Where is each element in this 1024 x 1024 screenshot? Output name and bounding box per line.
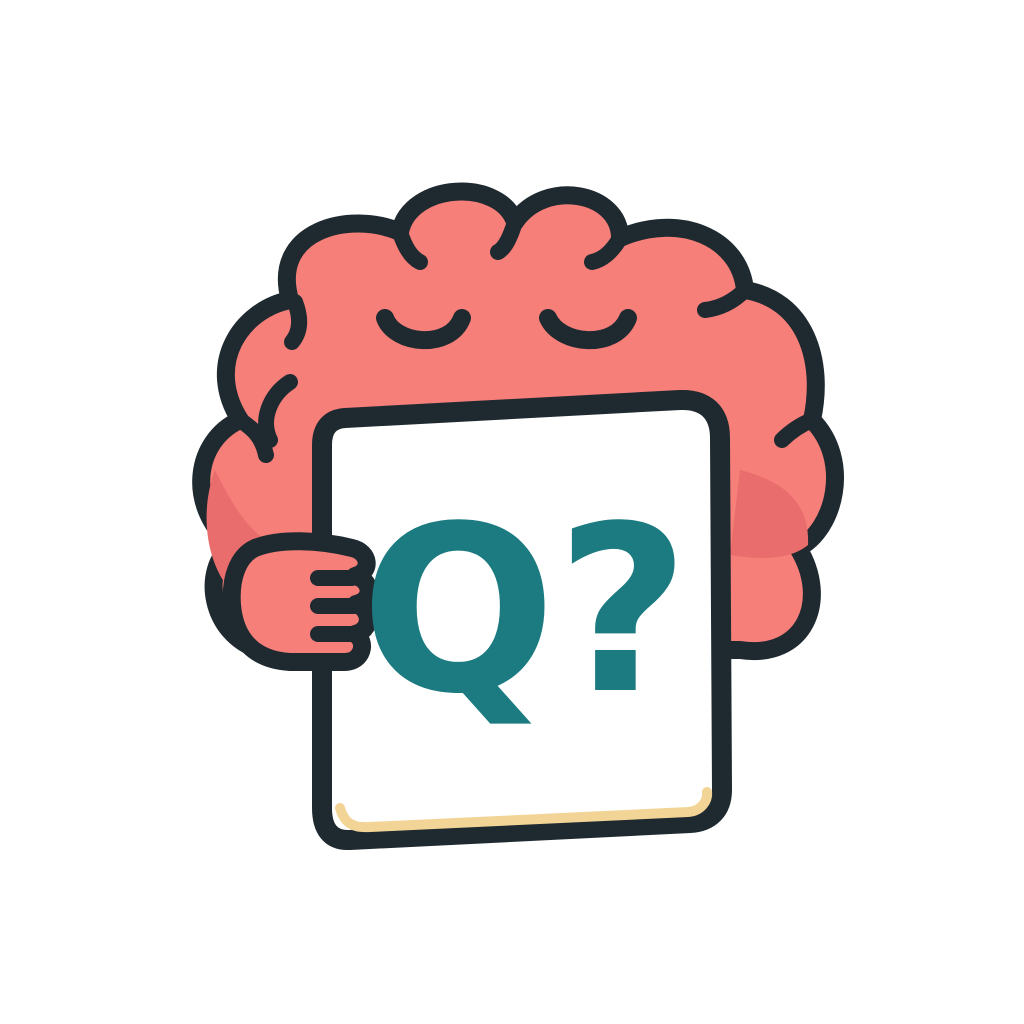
logo-canvas: Q? — [0, 0, 1024, 1024]
hand-icon — [222, 532, 378, 671]
brain-holding-card-icon: Q? — [192, 182, 844, 850]
card-question-text: Q? — [361, 478, 690, 745]
